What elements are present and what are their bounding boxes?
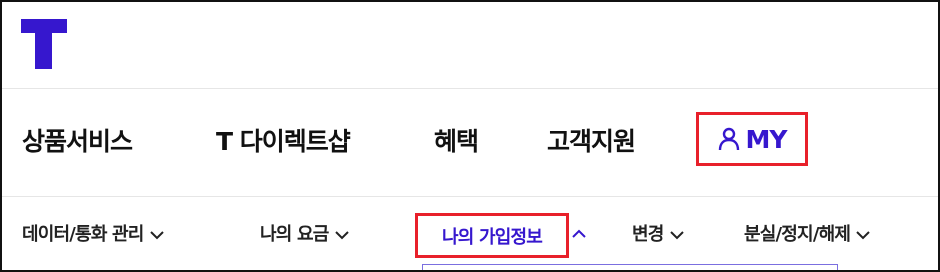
subnav-item-label: 변경 [632,224,664,245]
my-label: MY [745,124,788,154]
gnb-item-benefits[interactable]: 혜택 [434,122,479,162]
subnav-item-label: 나의 가입정보 [441,226,543,248]
dropdown-panel [422,264,838,270]
app-frame: 상품서비스 T 다이렉트샵 혜택 고객지원 MY 데이터/통화 관리 나의 요금… [0,0,940,272]
subnav-item-lost-suspend[interactable]: 분실/정지/해제 [744,218,870,252]
gnb-item-direct-shop[interactable]: T 다이렉트샵 [216,122,351,162]
nav-divider [2,196,938,197]
gnb-item-support[interactable]: 고객지원 [547,122,636,162]
chevron-down-icon [669,231,684,240]
subnav-item-label: 분실/정지/해제 [744,224,851,245]
t-logo[interactable] [21,19,67,69]
gnb-item-products[interactable]: 상품서비스 [22,122,133,162]
subnav-item-my-bill[interactable]: 나의 요금 [260,218,349,252]
subnav-item-data-call[interactable]: 데이터/통화 관리 [22,218,164,252]
person-icon [718,127,739,151]
chevron-down-icon [856,231,870,240]
chevron-up-icon[interactable] [572,229,586,239]
subnav-item-subscription-info[interactable]: 나의 가입정보 [415,213,569,258]
subnav-item-label: 나의 요금 [260,224,329,245]
gnb-item-my[interactable]: MY [696,112,808,166]
subnav-item-label: 데이터/통화 관리 [22,224,144,245]
chevron-down-icon [149,231,164,240]
chevron-down-icon [334,231,349,240]
subnav-item-change[interactable]: 변경 [632,218,684,252]
header-divider [2,88,938,89]
